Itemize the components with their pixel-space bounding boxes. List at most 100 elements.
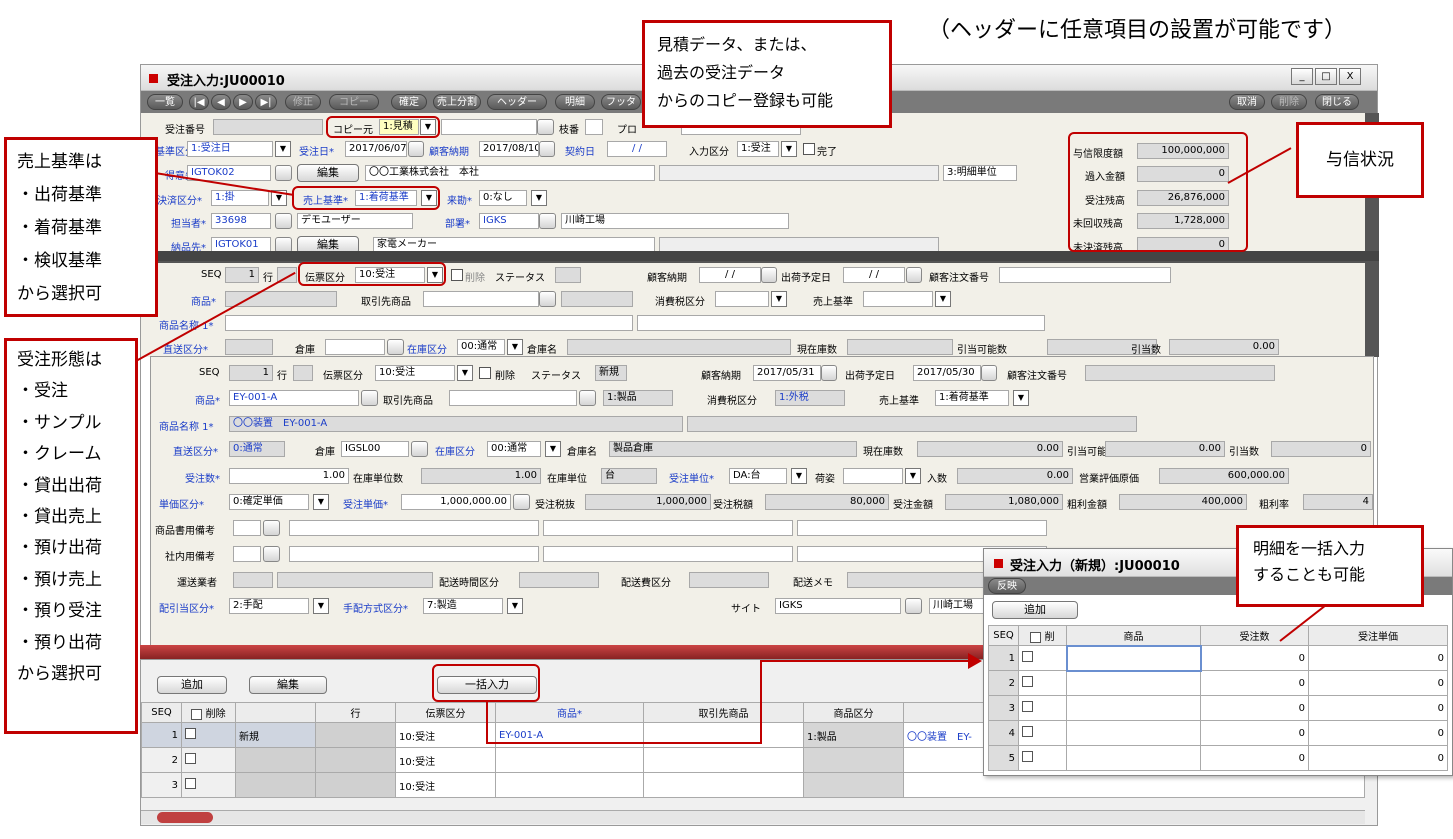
- row-checkbox[interactable]: [185, 753, 196, 764]
- partner-product-field[interactable]: [449, 390, 577, 406]
- maximize-button[interactable]: □: [1315, 68, 1337, 85]
- search-button[interactable]: [387, 339, 404, 355]
- table-row[interactable]: 5 00: [988, 745, 1448, 771]
- order-date-field[interactable]: 2017/06/07: [345, 141, 407, 157]
- chevron-down-icon[interactable]: ▼: [275, 141, 291, 157]
- cell-delete[interactable]: [1018, 745, 1067, 771]
- contract-date-field[interactable]: / /: [607, 141, 667, 157]
- cell-qty[interactable]: 0: [1200, 720, 1309, 746]
- cell-partner-product[interactable]: [643, 747, 804, 773]
- branch-field[interactable]: [585, 119, 603, 135]
- search-button[interactable]: [539, 213, 556, 229]
- delete-checkbox[interactable]: [451, 269, 463, 281]
- calendar-icon[interactable]: [408, 141, 424, 157]
- name2-field[interactable]: [687, 416, 1137, 432]
- popup-add-button[interactable]: 追加: [992, 601, 1078, 619]
- splitter[interactable]: [141, 251, 1379, 261]
- note-field-1[interactable]: [289, 520, 539, 536]
- row-checkbox[interactable]: [1022, 751, 1033, 762]
- note-field-2[interactable]: [543, 520, 793, 536]
- confirm-button[interactable]: 確定: [391, 94, 427, 110]
- ship-field[interactable]: 2017/05/30: [913, 365, 981, 381]
- cell-product[interactable]: [1066, 670, 1201, 696]
- search-button[interactable]: [579, 390, 596, 406]
- stock-kbn-select[interactable]: 00:通常: [457, 339, 505, 355]
- price-kbn-select[interactable]: 0:確定単価: [229, 494, 309, 510]
- cell-delete[interactable]: [1018, 695, 1067, 721]
- cell-slip[interactable]: 10:受注: [395, 772, 496, 798]
- close-button[interactable]: 閉じる: [1315, 94, 1359, 110]
- delete-button[interactable]: 削除: [1271, 94, 1307, 110]
- select-all-checkbox[interactable]: [1030, 631, 1042, 643]
- first-button[interactable]: |◀: [189, 94, 209, 110]
- settle-select[interactable]: 1:掛: [211, 190, 269, 206]
- search-button[interactable]: [361, 390, 378, 406]
- chevron-down-icon[interactable]: ▼: [507, 339, 523, 355]
- last-button[interactable]: ▶|: [255, 94, 277, 110]
- calendar-icon[interactable]: [981, 365, 997, 381]
- chevron-down-icon[interactable]: ▼: [791, 468, 807, 484]
- header-button[interactable]: ヘッダー: [487, 94, 547, 110]
- cell-delete[interactable]: [181, 772, 236, 798]
- cell-product[interactable]: [495, 747, 644, 773]
- delete-checkbox[interactable]: [479, 367, 491, 379]
- cell-product[interactable]: [1066, 720, 1201, 746]
- search-button[interactable]: [539, 291, 556, 307]
- close-window-button[interactable]: X: [1339, 68, 1361, 85]
- search-button[interactable]: [905, 598, 922, 614]
- due-field[interactable]: 2017/05/31: [753, 365, 821, 381]
- cell-slip[interactable]: 10:受注: [395, 722, 496, 748]
- cell-price[interactable]: 0: [1308, 695, 1448, 721]
- table-row[interactable]: 3 00: [988, 695, 1448, 721]
- cell-qty[interactable]: 0: [1200, 645, 1309, 671]
- cell-price[interactable]: 0: [1308, 670, 1448, 696]
- warehouse-field[interactable]: [325, 339, 385, 355]
- cell-product[interactable]: [495, 772, 644, 798]
- due-field[interactable]: / /: [699, 267, 761, 283]
- warehouse-field[interactable]: IGSL00: [341, 441, 409, 457]
- cell-qty[interactable]: 0: [1200, 695, 1309, 721]
- cell-qty[interactable]: 0: [1200, 745, 1309, 771]
- minimize-button[interactable]: _: [1291, 68, 1313, 85]
- time-field[interactable]: [519, 572, 599, 588]
- carrier-code-field[interactable]: [233, 572, 273, 588]
- note-field-3[interactable]: [797, 520, 1047, 536]
- unit-price-field[interactable]: 1,000,000.00: [401, 494, 511, 510]
- row-checkbox[interactable]: [185, 778, 196, 789]
- staff-code-field[interactable]: 33698: [211, 213, 271, 229]
- stock-kbn-select[interactable]: 00:通常: [487, 441, 541, 457]
- search-button[interactable]: [263, 520, 280, 536]
- search-button[interactable]: [411, 441, 428, 457]
- internal-note-code-field[interactable]: [233, 546, 261, 562]
- table-row[interactable]: 1 00: [988, 644, 1448, 672]
- fee-field[interactable]: [689, 572, 769, 588]
- name1-field[interactable]: 〇〇装置 EY-001-A: [229, 416, 683, 432]
- customer-due-field[interactable]: 2017/08/10: [479, 141, 539, 157]
- chevron-down-icon[interactable]: ▼: [1013, 390, 1029, 406]
- packing-select[interactable]: [843, 468, 903, 484]
- cell-product[interactable]: [1066, 695, 1201, 721]
- detail-button[interactable]: 明細: [555, 94, 595, 110]
- copy-button[interactable]: コピー: [329, 94, 379, 110]
- chevron-down-icon[interactable]: ▼: [771, 291, 787, 307]
- cust-order-field[interactable]: [1085, 365, 1275, 381]
- footer-button[interactable]: フッタ: [601, 94, 641, 110]
- search-button[interactable]: [537, 119, 554, 135]
- calendar-icon[interactable]: [906, 267, 922, 283]
- order-no-field[interactable]: [213, 119, 323, 135]
- cell-partner-product[interactable]: [643, 772, 804, 798]
- qty-field[interactable]: 1.00: [229, 468, 349, 484]
- note-code-field[interactable]: [233, 520, 261, 536]
- cell-product[interactable]: [1066, 745, 1201, 771]
- chevron-down-icon[interactable]: ▼: [545, 441, 561, 457]
- alloc-kbn-select[interactable]: 2:手配: [229, 598, 309, 614]
- name1-field[interactable]: [225, 315, 633, 331]
- calendar-icon[interactable]: [539, 141, 555, 157]
- chevron-down-icon[interactable]: ▼: [905, 468, 921, 484]
- sales-split-button[interactable]: 売上分割: [433, 94, 481, 110]
- cell-delete[interactable]: [1018, 720, 1067, 746]
- ship-field[interactable]: / /: [843, 267, 905, 283]
- cell-price[interactable]: 0: [1308, 645, 1448, 671]
- partner-product-field[interactable]: [423, 291, 539, 307]
- search-button[interactable]: [513, 494, 530, 510]
